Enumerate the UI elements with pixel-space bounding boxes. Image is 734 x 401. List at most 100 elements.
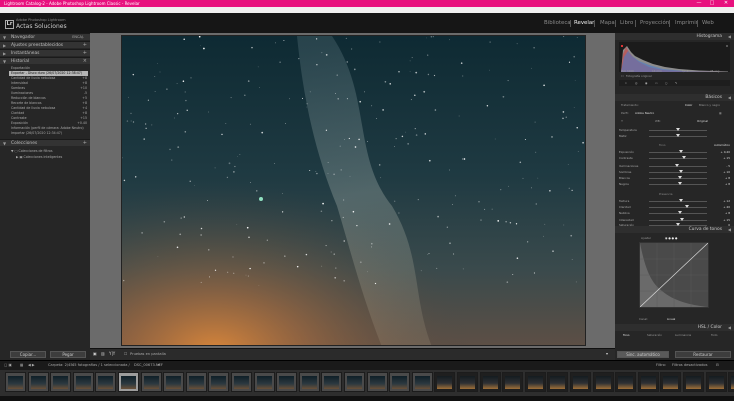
loupe-view-icon[interactable]: ▣ [93,351,97,356]
filmstrip-thumbnail[interactable] [683,372,704,392]
filmstrip-thumbnail[interactable] [253,372,275,392]
module-revelar[interactable]: Revelar [574,20,594,26]
slider-row[interactable]: Sombras + 10 [619,170,730,174]
filmstrip-thumbnail[interactable] [524,372,546,392]
slider-row[interactable]: Negros + 8 [619,182,730,186]
snapshots-header[interactable]: ▶ Instantáneas + [0,49,90,56]
sync-button[interactable]: Sinc. automático [617,351,669,358]
histogram-header[interactable]: Histograma ◀ [615,33,734,40]
paste-button[interactable]: Pegar [50,351,86,358]
slider-knob[interactable] [676,134,680,137]
before-after-icon[interactable]: Y|Y [109,351,115,356]
brush-icon[interactable]: ✎ [675,81,677,85]
filmstrip-thumbnail[interactable] [434,372,456,392]
filmstrip-thumbnail[interactable] [5,372,26,392]
slider-knob[interactable] [679,199,684,202]
slider-row[interactable]: Blancos + 8 [619,176,730,180]
filmstrip-thumbnail[interactable] [570,372,591,392]
filmstrip-thumbnail[interactable] [479,372,501,392]
filmstrip-thumbnail[interactable] [231,372,252,392]
slider-row[interactable]: Contraste + 15 [619,156,730,160]
hsl-tab-todo[interactable]: Todo [711,333,717,337]
slider-row[interactable]: Temperatura [619,128,730,132]
add-collection-icon[interactable]: + [83,140,87,147]
filmstrip-thumbnail[interactable] [457,372,478,392]
slider-track[interactable] [649,158,707,159]
hsl-tab-tono[interactable]: Tono [623,333,629,337]
filmstrip-thumbnail[interactable] [366,372,388,392]
compare-view-icon[interactable]: ▥ [101,351,105,356]
slider-knob[interactable] [684,205,689,208]
slider-track[interactable] [649,172,707,173]
presets-header[interactable]: ▶ Ajustes preestablecidos + [0,41,90,48]
slider-knob[interactable] [674,164,679,167]
collection-item[interactable]: ▶ ▣ Colecciones inteligentes [16,155,93,160]
slider-track[interactable] [649,201,707,202]
hsl-header[interactable]: HSL / Color ◀ [615,324,734,331]
slider-row[interactable]: Textura + 12 [619,199,730,203]
add-preset-icon[interactable]: + [83,42,87,49]
profile-value[interactable]: Adobe Neutro [635,111,654,115]
filmstrip-thumbnail[interactable] [705,372,727,392]
module-web[interactable]: Web [702,20,714,26]
filter-dropdown-icon[interactable]: ⊟ [716,362,719,369]
slider-knob[interactable] [678,182,683,185]
clear-history-icon[interactable]: × [83,58,87,65]
filmstrip-dropdown-icon[interactable]: ▾ [158,362,160,369]
slider-row[interactable]: Claridad + 40 [619,205,730,209]
slider-row[interactable]: Tono Automático [619,143,730,147]
reset-button[interactable]: Restaurar [675,351,731,358]
navigator-header[interactable]: ▼ Navegador ENCAJ. [0,33,90,40]
filmstrip-thumbnail[interactable] [389,372,411,392]
wb-eyedropper-icon[interactable]: ✒ [621,119,623,123]
filmstrip-thumbnail[interactable] [163,372,185,392]
filter-value[interactable]: Filtros desactivados [672,362,707,369]
module-biblioteca[interactable]: Biblioteca [544,20,571,26]
wb-value[interactable]: Original [697,119,708,123]
channel-value[interactable]: Lineal [667,317,675,321]
filmstrip-source[interactable]: Carpeta: 2/45 [48,362,73,369]
filmstrip-thumbnail[interactable] [411,372,433,392]
profile-browser-icon[interactable]: ▦ [719,111,722,115]
module-libro[interactable]: Libro [620,20,633,26]
filmstrip-thumbnail[interactable] [660,372,682,392]
module-imprimir[interactable]: Imprimir [675,20,698,26]
grid-view-icon[interactable]: ▦ [20,362,23,369]
filmstrip-thumbnail[interactable] [615,372,637,392]
minimize-button[interactable]: — [694,0,704,7]
original-photo-checkbox[interactable]: ☐ [621,74,624,78]
slider-row[interactable]: Presencia [619,192,730,196]
close-button[interactable]: ✕ [721,0,731,7]
hsl-tab-saturacion[interactable]: Saturación [647,333,662,337]
graduated-filter-icon[interactable]: ▭ [655,81,658,85]
filmstrip-thumbnail[interactable] [547,372,569,392]
photo-preview[interactable] [121,35,586,346]
slider-track[interactable] [649,220,707,221]
tone-curve-header[interactable]: Curva de tonos ◀ [615,226,734,233]
filmstrip-thumbnail[interactable] [276,372,298,392]
filmstrip-thumbnail[interactable] [72,372,94,392]
spot-removal-icon[interactable]: ◎ [635,81,637,85]
filmstrip-thumbnail[interactable] [321,372,343,392]
red-eye-icon[interactable]: ◉ [645,81,647,85]
slider-knob[interactable] [679,170,684,173]
filmstrip-thumbnail[interactable] [50,372,72,392]
history-item[interactable]: Importar (26/07/2020 12:34:47) [11,131,88,136]
toolbar-menu-icon[interactable]: ▾ [606,351,608,356]
slider-row[interactable]: Neblina + 8 [619,211,730,215]
navigator-fit[interactable]: ENCAJ. [72,34,84,41]
radial-filter-icon[interactable]: ○ [665,81,667,85]
slider-knob[interactable] [678,150,683,153]
copy-button[interactable]: Copiar... [10,351,46,358]
module-proyeccion[interactable]: Proyección [640,20,669,26]
point-curve-icon[interactable]: ◉ ● ● ● [665,236,677,240]
slider-row[interactable]: Exposición + 0,40 [619,150,730,154]
filmstrip-thumbnail[interactable] [728,372,734,392]
histogram-graph[interactable] [619,42,730,72]
filmstrip-thumbnail[interactable] [185,372,207,392]
treatment-bw[interactable]: Blanco y negro [699,103,720,107]
maximize-button[interactable]: □ [707,0,717,7]
bottom-panel-toggle[interactable] [0,396,734,401]
filmstrip-thumbnail[interactable] [140,372,162,392]
collections-header[interactable]: ▼ Colecciones + [0,139,90,146]
